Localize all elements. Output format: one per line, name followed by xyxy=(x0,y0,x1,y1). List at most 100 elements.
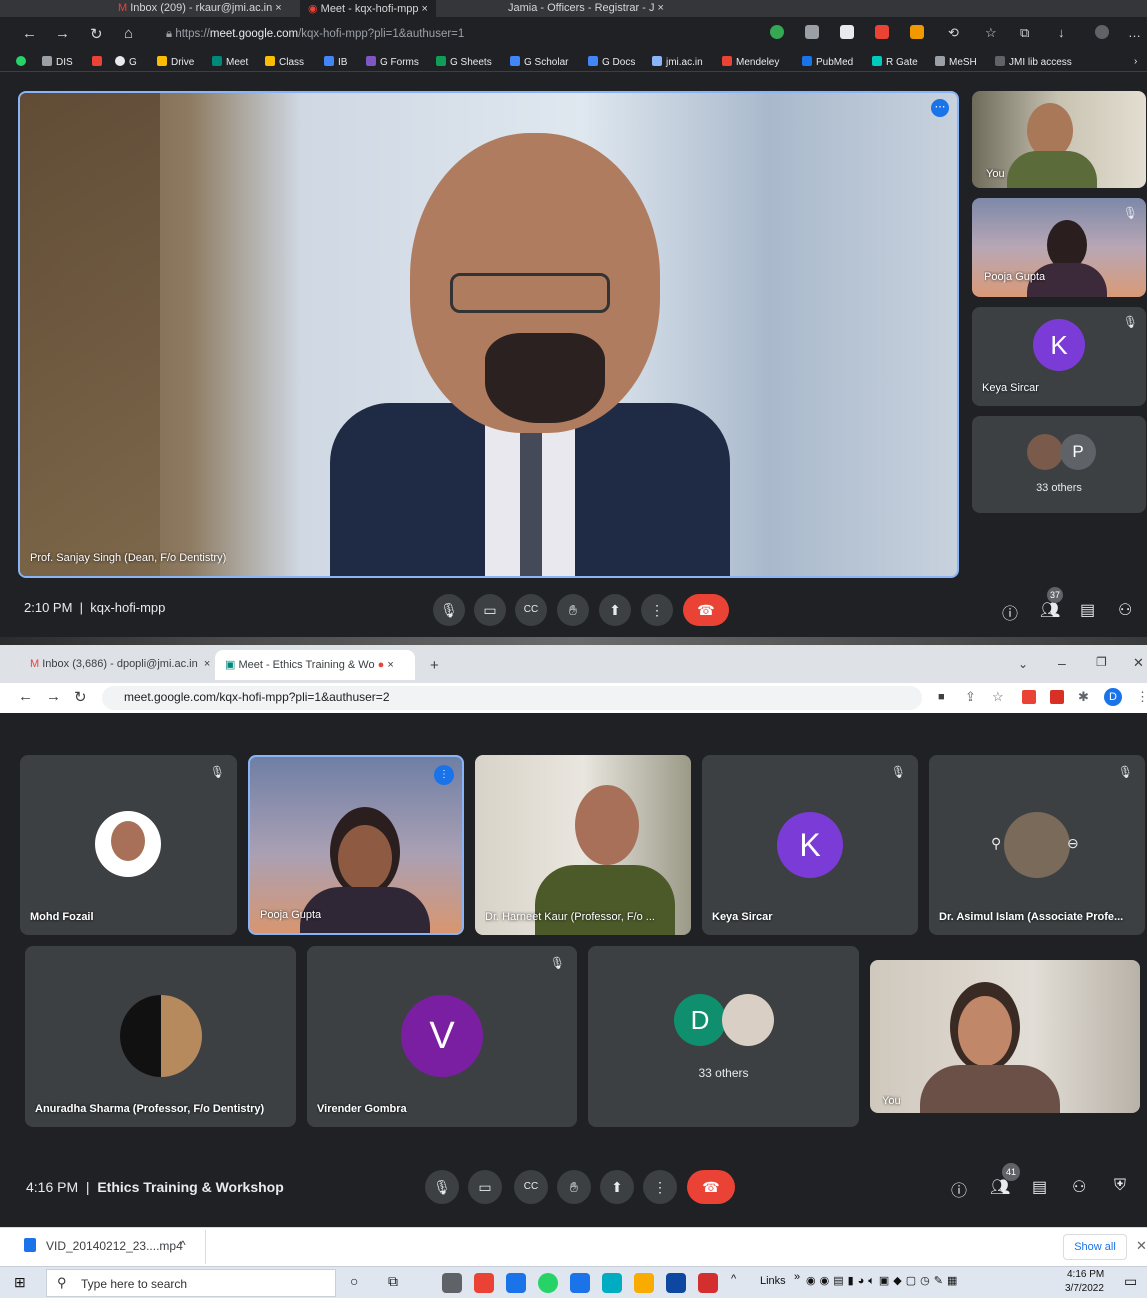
whatsapp-icon[interactable] xyxy=(538,1273,558,1293)
camera-button[interactable]: ▭ xyxy=(474,594,506,626)
pin-icon[interactable]: ⚲ xyxy=(991,835,1001,852)
show-all-button[interactable]: Show all xyxy=(1063,1234,1127,1260)
app-icon[interactable] xyxy=(474,1273,494,1293)
reload-icon[interactable]: ↻ xyxy=(90,25,103,43)
bookmark-g-docs[interactable]: G Docs xyxy=(588,56,635,68)
more-options-button[interactable]: ⋮ xyxy=(641,594,673,626)
file-explorer-icon[interactable] xyxy=(634,1273,654,1293)
bookmark-rgate[interactable]: R Gate xyxy=(872,56,918,68)
extension-icon[interactable] xyxy=(1022,690,1036,704)
extension-icon[interactable]: ⟲ xyxy=(948,25,959,41)
extension-icon[interactable] xyxy=(910,25,924,39)
share-icon[interactable]: ⇪ xyxy=(965,689,976,705)
activities-icon[interactable]: ⚇ xyxy=(1118,600,1132,620)
camera-app-icon[interactable] xyxy=(442,1273,462,1293)
tile-keya-sircar-top[interactable]: 🎙︎ K Keya Sircar xyxy=(972,307,1146,406)
tile-asimul-islam[interactable]: 🎙︎ ⚲ ⊖ Dr. Asimul Islam (Associate Profe… xyxy=(929,755,1145,935)
bookmark-mesh[interactable]: MeSH xyxy=(935,56,977,68)
bookmark-jmi[interactable]: jmi.ac.in xyxy=(652,56,703,68)
whatsapp-icon[interactable] xyxy=(16,56,30,68)
chevron-up-icon[interactable]: ^ xyxy=(731,1273,736,1285)
system-tray-icons[interactable]: ◉◉▤▮◕🔈︎▣◆▢◷✎▦ xyxy=(806,1274,961,1288)
bookmark-dis[interactable]: DIS xyxy=(42,56,73,68)
tile-virender-gombra[interactable]: 🎙︎ V Virender Gombra xyxy=(307,946,577,1127)
bookmark-mendeley[interactable]: Mendeley xyxy=(722,56,779,68)
captions-button[interactable]: CC xyxy=(515,594,547,626)
bookmark-meet[interactable]: Meet xyxy=(212,56,248,68)
bookmark-pubmed[interactable]: PubMed xyxy=(802,56,853,68)
menu-icon[interactable]: ⋮ xyxy=(1136,689,1147,705)
forward-icon[interactable]: → xyxy=(55,25,70,42)
url-bar[interactable]: meet.google.com/kqx-hofi-mpp?pli=1&authu… xyxy=(102,686,922,710)
present-button[interactable]: ⬆ xyxy=(599,594,631,626)
app-icon[interactable] xyxy=(570,1273,590,1293)
home-icon[interactable]: ⌂ xyxy=(124,25,133,42)
app-icon[interactable] xyxy=(666,1273,686,1293)
url-bar[interactable]: 🔒︎ https://meet.google.com/kqx-hofi-mpp?… xyxy=(158,24,728,46)
profile-icon[interactable]: D xyxy=(1104,688,1122,706)
tile-harneet-kaur[interactable]: Dr. Harneet Kaur (Professor, F/o ... xyxy=(475,755,691,935)
close-icon[interactable]: ✕ xyxy=(1136,1238,1147,1254)
mic-button[interactable]: 🎙︎ xyxy=(425,1170,459,1204)
info-icon[interactable]: ⓘ xyxy=(1002,600,1018,624)
captions-button[interactable]: CC xyxy=(514,1170,548,1204)
more-icon[interactable]: … xyxy=(1128,25,1141,40)
mic-button[interactable]: 🎙︎ xyxy=(433,594,465,626)
restore-icon[interactable]: ❐ xyxy=(1096,655,1107,669)
tile-anuradha-sharma[interactable]: Anuradha Sharma (Professor, F/o Dentistr… xyxy=(25,946,296,1127)
tile-you-top[interactable]: You xyxy=(972,91,1146,188)
tab-search-icon[interactable]: ⌄ xyxy=(1018,657,1028,671)
favorites-icon[interactable]: ☆ xyxy=(985,25,997,41)
downloads-icon[interactable]: ↓ xyxy=(1058,25,1065,40)
minimize-icon[interactable]: – xyxy=(1058,655,1066,671)
tile-others[interactable]: D 33 others xyxy=(588,946,859,1127)
edge-icon[interactable] xyxy=(602,1273,622,1293)
present-button[interactable]: ⬆ xyxy=(600,1170,634,1204)
extension-icon[interactable] xyxy=(875,25,889,39)
camera-icon[interactable]: ■ xyxy=(938,691,945,703)
chat-icon[interactable]: ▤ xyxy=(1080,600,1095,620)
bookmark-jmi-lib[interactable]: JMI lib access xyxy=(995,56,1072,68)
gmail-icon[interactable] xyxy=(92,56,106,68)
raise-hand-button[interactable]: ✋︎ xyxy=(557,1170,591,1204)
forward-icon[interactable]: → xyxy=(46,688,61,705)
chevron-right-icon[interactable]: » xyxy=(794,1271,800,1283)
tab-meet[interactable]: ◉ Meet - kqx-hofi-mpp × xyxy=(300,0,436,17)
info-icon[interactable]: ⓘ xyxy=(951,1177,967,1201)
windows-start-icon[interactable]: ⊞ xyxy=(14,1274,26,1291)
end-call-button[interactable]: ☎︎ xyxy=(683,594,729,626)
download-file-name[interactable]: VID_20140212_23....mp4 xyxy=(46,1239,183,1253)
activities-icon[interactable]: ⚇ xyxy=(1072,1177,1086,1197)
collections-icon[interactable]: ⧉ xyxy=(1020,25,1029,41)
links-toolbar[interactable]: Links xyxy=(760,1275,786,1287)
reload-icon[interactable]: ↻ xyxy=(74,688,87,706)
bookmark-g-forms[interactable]: G Forms xyxy=(366,56,419,68)
chrome-icon[interactable] xyxy=(506,1273,526,1293)
profile-icon[interactable] xyxy=(1095,25,1109,39)
extension-icon[interactable] xyxy=(805,25,819,39)
new-tab-icon[interactable]: + xyxy=(430,657,439,674)
star-icon[interactable]: ☆ xyxy=(992,689,1004,705)
tab-jamia[interactable]: Jamia - Officers - Registrar - J × xyxy=(500,0,672,17)
bookmark-g-scholar[interactable]: G Scholar xyxy=(510,56,568,68)
chevron-right-icon[interactable]: › xyxy=(1134,56,1137,67)
tile-you[interactable]: You xyxy=(870,960,1140,1113)
tab-inbox[interactable]: M Inbox (3,686) - dpopli@jmi.ac.in × xyxy=(20,650,220,680)
camera-button[interactable]: ▭ xyxy=(468,1170,502,1204)
bookmark-class[interactable]: Class xyxy=(265,56,304,68)
people-icon[interactable]: 👥︎ xyxy=(1040,600,1060,620)
bookmark-g[interactable]: G xyxy=(115,56,137,68)
taskbar-search[interactable]: ⚲ Type here to search xyxy=(46,1269,336,1297)
close-icon[interactable]: ✕ xyxy=(1133,655,1144,671)
remove-icon[interactable]: ⊖ xyxy=(1067,835,1079,852)
bookmark-g-sheets[interactable]: G Sheets xyxy=(436,56,492,68)
tab-inbox[interactable]: M Inbox (209) - rkaur@jmi.ac.in × xyxy=(110,0,290,17)
host-controls-icon[interactable]: ⛨ xyxy=(1114,1177,1126,1195)
bookmark-ib[interactable]: IB xyxy=(324,56,347,68)
cortana-icon[interactable]: ○ xyxy=(350,1273,358,1289)
chevron-up-icon[interactable]: ^ xyxy=(180,1238,186,1252)
end-call-button[interactable]: ☎︎ xyxy=(687,1170,735,1204)
acrobat-icon[interactable] xyxy=(698,1273,718,1293)
raise-hand-button[interactable]: ✋︎ xyxy=(557,594,589,626)
tile-others-top[interactable]: P 33 others xyxy=(972,416,1146,513)
